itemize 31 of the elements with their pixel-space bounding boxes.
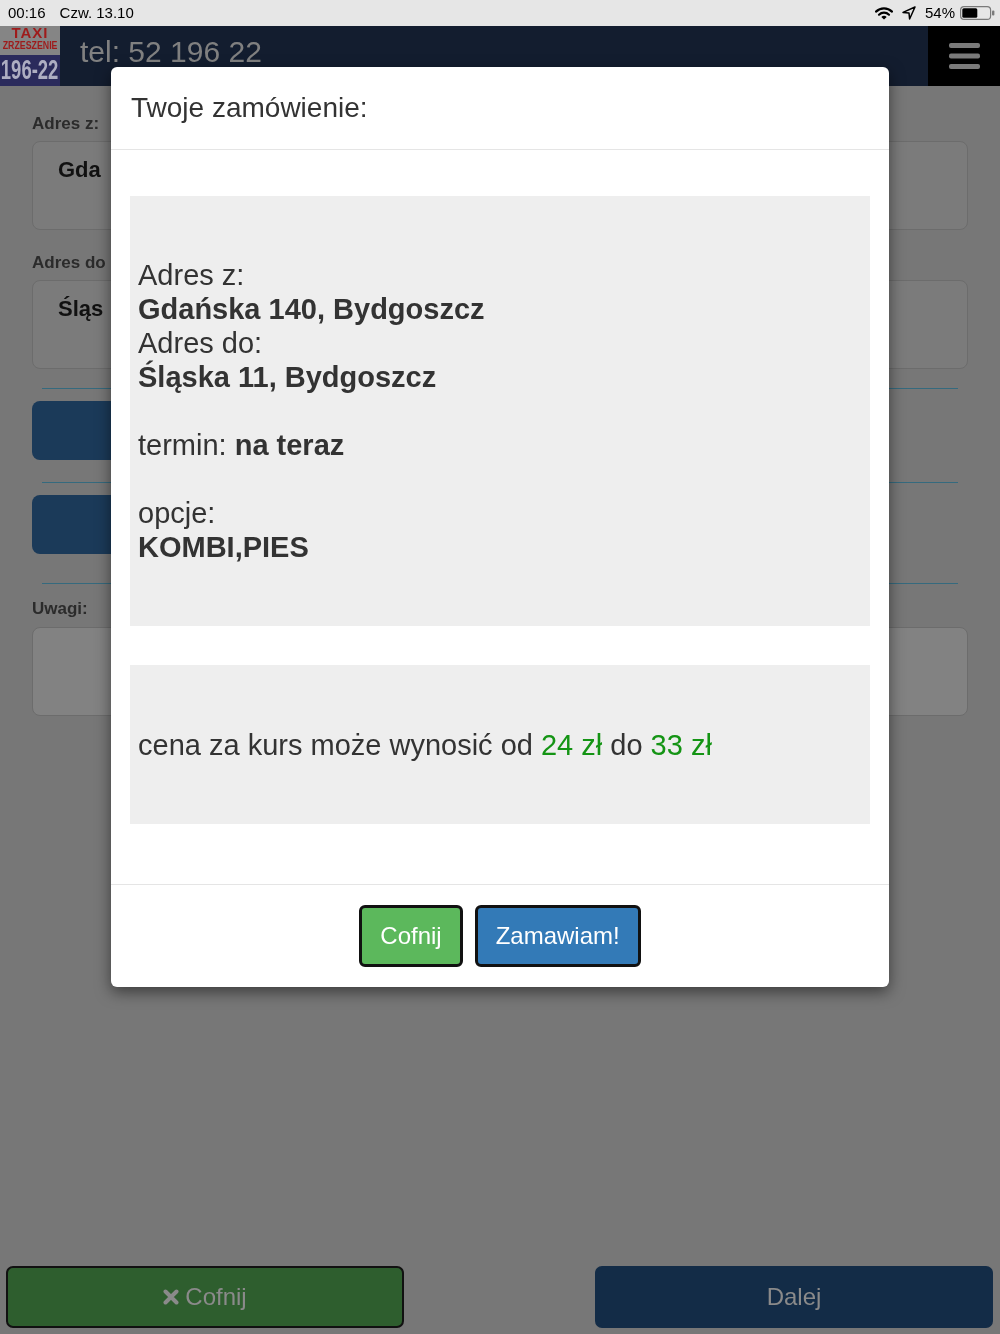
- field-label: Adres z:: [32, 114, 100, 134]
- logo-text: TAXI: [11, 27, 49, 39]
- summary-value: KOMBI,PIES: [138, 530, 309, 564]
- order-button[interactable]: Zamawiam!: [474, 905, 641, 967]
- back-button[interactable]: Cofnij: [6, 1266, 404, 1328]
- summary-text: termin: na teraz: [138, 428, 345, 462]
- summary-label: Adres z:: [138, 258, 245, 292]
- summary-label: Adres do:: [138, 326, 263, 360]
- menu-icon: [948, 43, 980, 69]
- back-button[interactable]: Cofnij: [359, 905, 463, 967]
- price-estimate-text: cena za kurs może wynosić od 24 zł do 33 zł: [138, 727, 712, 762]
- summary-value: Gdańska 140, Bydgoszcz: [138, 292, 485, 326]
- summary-label: opcje:: [138, 496, 216, 530]
- battery-percent: 54%: [924, 4, 955, 22]
- summary-value: Śląska 11, Bydgoszcz: [138, 360, 437, 394]
- field-value: Śląs: [58, 296, 104, 322]
- battery-icon: [960, 6, 995, 20]
- cross-icon: [163, 1289, 180, 1305]
- phone-number: tel: 52 196 22: [80, 37, 262, 67]
- field-label: Uwagi:: [32, 599, 88, 619]
- logo-text: 196-22: [1, 55, 59, 85]
- field-value: Gda: [58, 157, 101, 183]
- location-arrow-icon: [901, 6, 916, 20]
- status-time: 00:16: [8, 4, 46, 22]
- field-label: Adres do: [32, 253, 106, 273]
- menu-button[interactable]: [928, 26, 1000, 86]
- next-button[interactable]: Dalej: [595, 1266, 993, 1328]
- logo-text: ZRZESZENIE: [2, 40, 58, 52]
- wifi-icon: [874, 6, 893, 20]
- status-date: Czw. 13.10: [59, 4, 134, 22]
- dialog-title: Twoje zamówienie:: [131, 93, 368, 123]
